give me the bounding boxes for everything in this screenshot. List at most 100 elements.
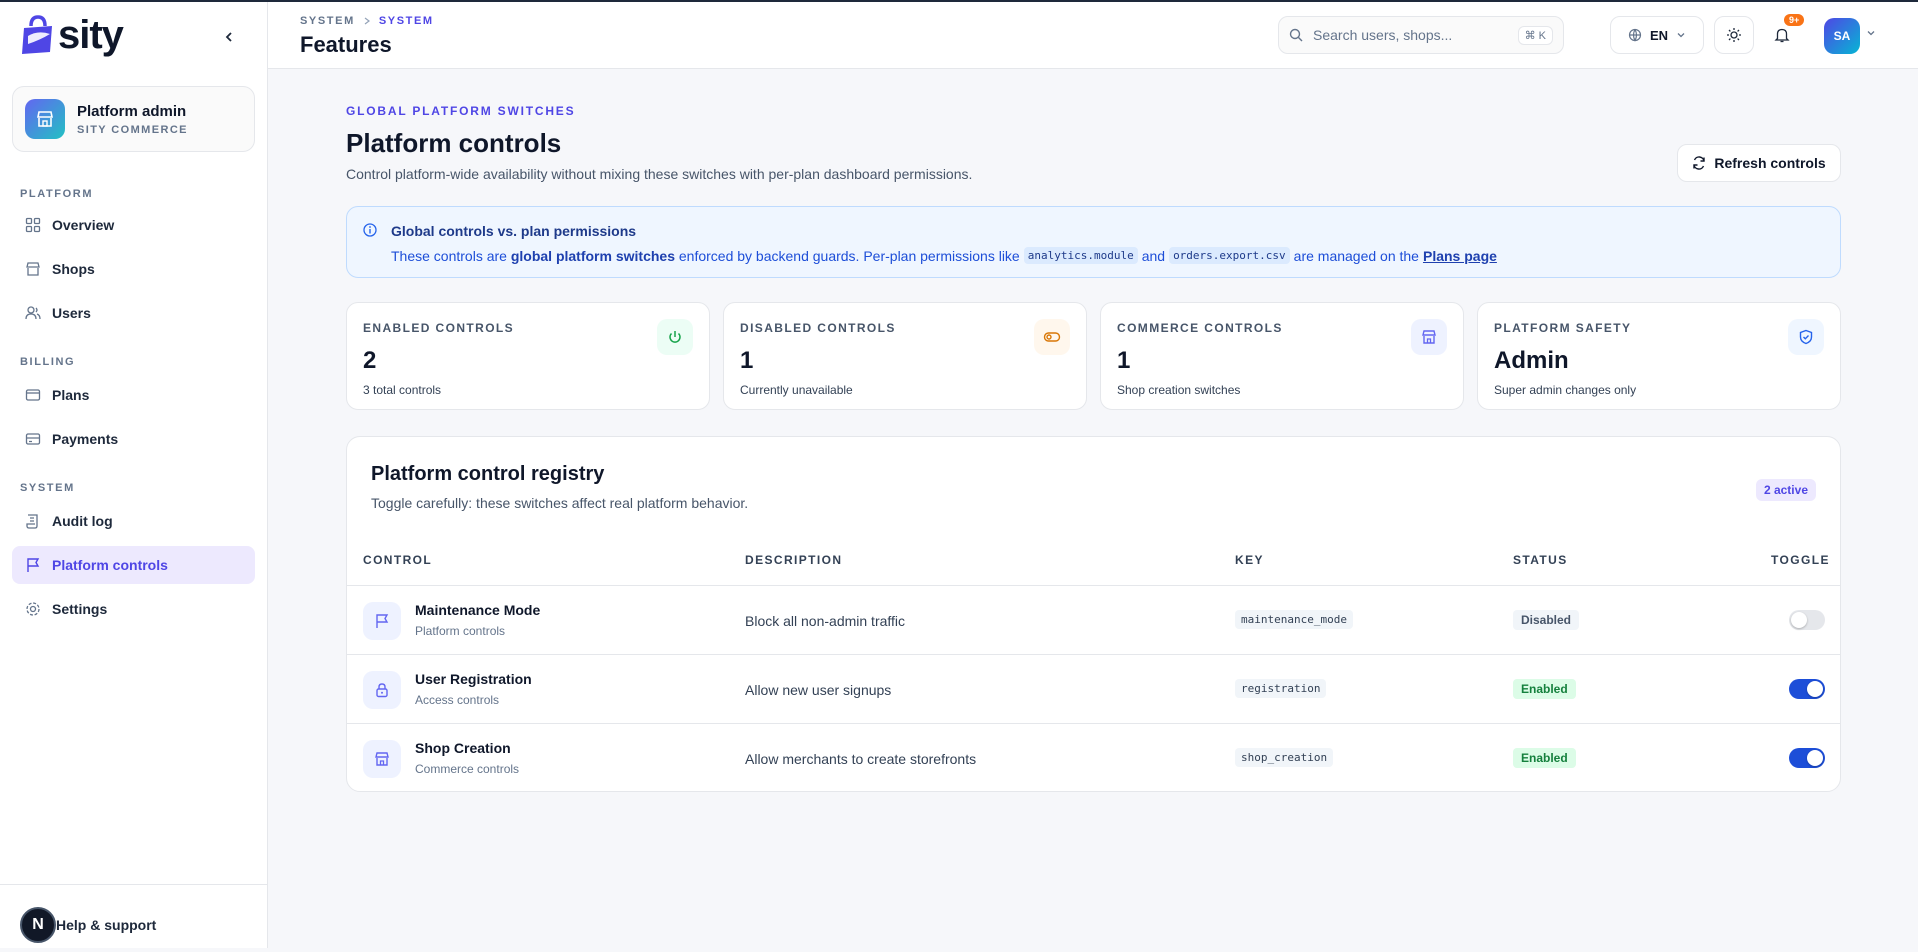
users-icon <box>24 304 42 322</box>
collapse-sidebar-button[interactable] <box>218 26 240 48</box>
column-header-description: DESCRIPTION <box>745 553 843 567</box>
globe-icon <box>1628 28 1642 42</box>
sidebar-item-label: Shops <box>52 261 95 277</box>
column-header-key: KEY <box>1235 553 1264 567</box>
code-analytics-module: analytics.module <box>1023 247 1138 264</box>
control-description: Allow new user signups <box>745 682 892 698</box>
help-label: Help & support <box>56 917 157 933</box>
stat-value: 1 <box>1117 347 1131 374</box>
status-badge: Disabled <box>1513 610 1580 630</box>
status-badge: Enabled <box>1513 748 1576 768</box>
control-name: User Registration <box>415 671 532 687</box>
column-header-toggle: TOGGLE <box>1771 553 1830 567</box>
help-badge: N <box>20 907 56 943</box>
stat-card-enabled: ENABLED CONTROLS 2 3 total controls <box>346 302 710 410</box>
flag-icon <box>363 602 401 640</box>
control-registry-card: Platform control registry Toggle careful… <box>346 436 1841 792</box>
code-orders-export: orders.export.csv <box>1169 247 1290 264</box>
control-name: Maintenance Mode <box>415 602 541 618</box>
sidebar-item-audit-log[interactable]: Audit log <box>12 502 255 540</box>
refresh-icon <box>1693 156 1706 170</box>
column-header-status: STATUS <box>1513 553 1568 567</box>
sun-icon <box>1727 28 1741 42</box>
toggle-knob <box>1807 681 1823 697</box>
theme-toggle-button[interactable] <box>1714 16 1754 54</box>
sidebar: sity Platform admin SITY COMMERCE PLATFO… <box>0 2 268 948</box>
search-input[interactable]: Search users, shops... ⌘ K <box>1278 16 1564 54</box>
breadcrumb-item[interactable]: SYSTEM <box>300 15 355 27</box>
stat-card-disabled: DISABLED CONTROLS 1 Currently unavailabl… <box>723 302 1087 410</box>
plans-page-link[interactable]: Plans page <box>1423 248 1497 264</box>
top-header: SYSTEM SYSTEM Features Search users, sho… <box>268 2 1918 69</box>
table-row: Shop Creation Commerce controls Allow me… <box>347 723 1840 791</box>
sidebar-item-users[interactable]: Users <box>12 294 255 332</box>
info-text: These controls are <box>391 247 507 264</box>
info-icon <box>363 223 377 237</box>
user-avatar[interactable]: SA <box>1824 18 1860 54</box>
stat-label: COMMERCE CONTROLS <box>1117 321 1283 335</box>
sidebar-item-platform-controls[interactable]: Platform controls <box>12 546 255 584</box>
scroll-icon <box>24 512 42 530</box>
sidebar-item-label: Settings <box>52 601 108 617</box>
info-text: are managed on the <box>1293 247 1419 264</box>
sidebar-item-label: Platform controls <box>52 557 168 573</box>
shield-icon <box>1788 319 1824 355</box>
info-callout: Global controls vs. plan permissions The… <box>346 206 1841 278</box>
registry-title: Platform control registry <box>371 463 605 485</box>
shopping-bag-logo-icon <box>20 14 56 56</box>
section-kicker: GLOBAL PLATFORM SWITCHES <box>346 104 576 118</box>
org-switcher[interactable]: Platform admin SITY COMMERCE <box>12 86 255 152</box>
credit-card-icon <box>24 430 42 448</box>
chevron-right-icon <box>364 17 370 25</box>
stat-label: PLATFORM SAFETY <box>1494 321 1632 335</box>
sidebar-item-label: Plans <box>52 387 90 403</box>
grid-icon <box>24 216 42 234</box>
stat-value: 2 <box>363 347 377 374</box>
page-title: Features <box>300 32 392 57</box>
stat-note: 3 total controls <box>363 383 442 397</box>
table-row: User Registration Access controls Allow … <box>347 654 1840 723</box>
store-icon <box>363 740 401 778</box>
maintenance-mode-toggle[interactable] <box>1789 610 1825 630</box>
sidebar-item-label: Audit log <box>52 513 113 529</box>
sidebar-item-label: Overview <box>52 217 115 233</box>
nav-section-system: SYSTEM <box>20 482 75 494</box>
chevron-down-icon[interactable] <box>1866 28 1876 38</box>
control-category: Commerce controls <box>415 762 520 776</box>
sidebar-item-plans[interactable]: Plans <box>12 376 255 414</box>
toggle-knob <box>1807 750 1823 766</box>
search-icon <box>1289 28 1303 42</box>
control-key: registration <box>1235 679 1327 698</box>
main-title: Platform controls <box>346 128 562 158</box>
gear-icon <box>24 600 42 618</box>
power-icon <box>657 319 693 355</box>
store-icon <box>1411 319 1447 355</box>
control-name: Shop Creation <box>415 740 511 756</box>
toggle-icon <box>1034 319 1070 355</box>
stat-note: Currently unavailable <box>740 383 853 397</box>
stat-label: ENABLED CONTROLS <box>363 321 515 335</box>
info-bold: global platform switches <box>510 247 675 264</box>
control-key: maintenance_mode <box>1235 610 1353 629</box>
sidebar-item-payments[interactable]: Payments <box>12 420 255 458</box>
language-selector[interactable]: EN <box>1610 16 1704 54</box>
column-header-control: CONTROL <box>363 553 433 567</box>
help-support-link[interactable]: N Help & support <box>20 907 156 943</box>
user-registration-toggle[interactable] <box>1789 679 1825 699</box>
org-name: Platform admin <box>77 102 187 120</box>
brand-logo[interactable]: sity <box>20 14 124 56</box>
sidebar-footer: N Help & support <box>0 884 268 948</box>
shop-creation-toggle[interactable] <box>1789 748 1825 768</box>
chevron-down-icon <box>1677 33 1685 38</box>
info-text: enforced by backend guards. Per-plan per… <box>678 247 1020 264</box>
refresh-controls-button[interactable]: Refresh controls <box>1677 144 1841 182</box>
stat-note: Shop creation switches <box>1117 383 1241 397</box>
language-label: EN <box>1649 27 1669 43</box>
stat-label: DISABLED CONTROLS <box>740 321 896 335</box>
sidebar-item-shops[interactable]: Shops <box>12 250 255 288</box>
table-row: Maintenance Mode Platform controls Block… <box>347 585 1840 654</box>
control-category: Platform controls <box>415 624 506 638</box>
sidebar-item-settings[interactable]: Settings <box>12 590 255 628</box>
sidebar-item-overview[interactable]: Overview <box>12 206 255 244</box>
wallet-icon <box>24 386 42 404</box>
